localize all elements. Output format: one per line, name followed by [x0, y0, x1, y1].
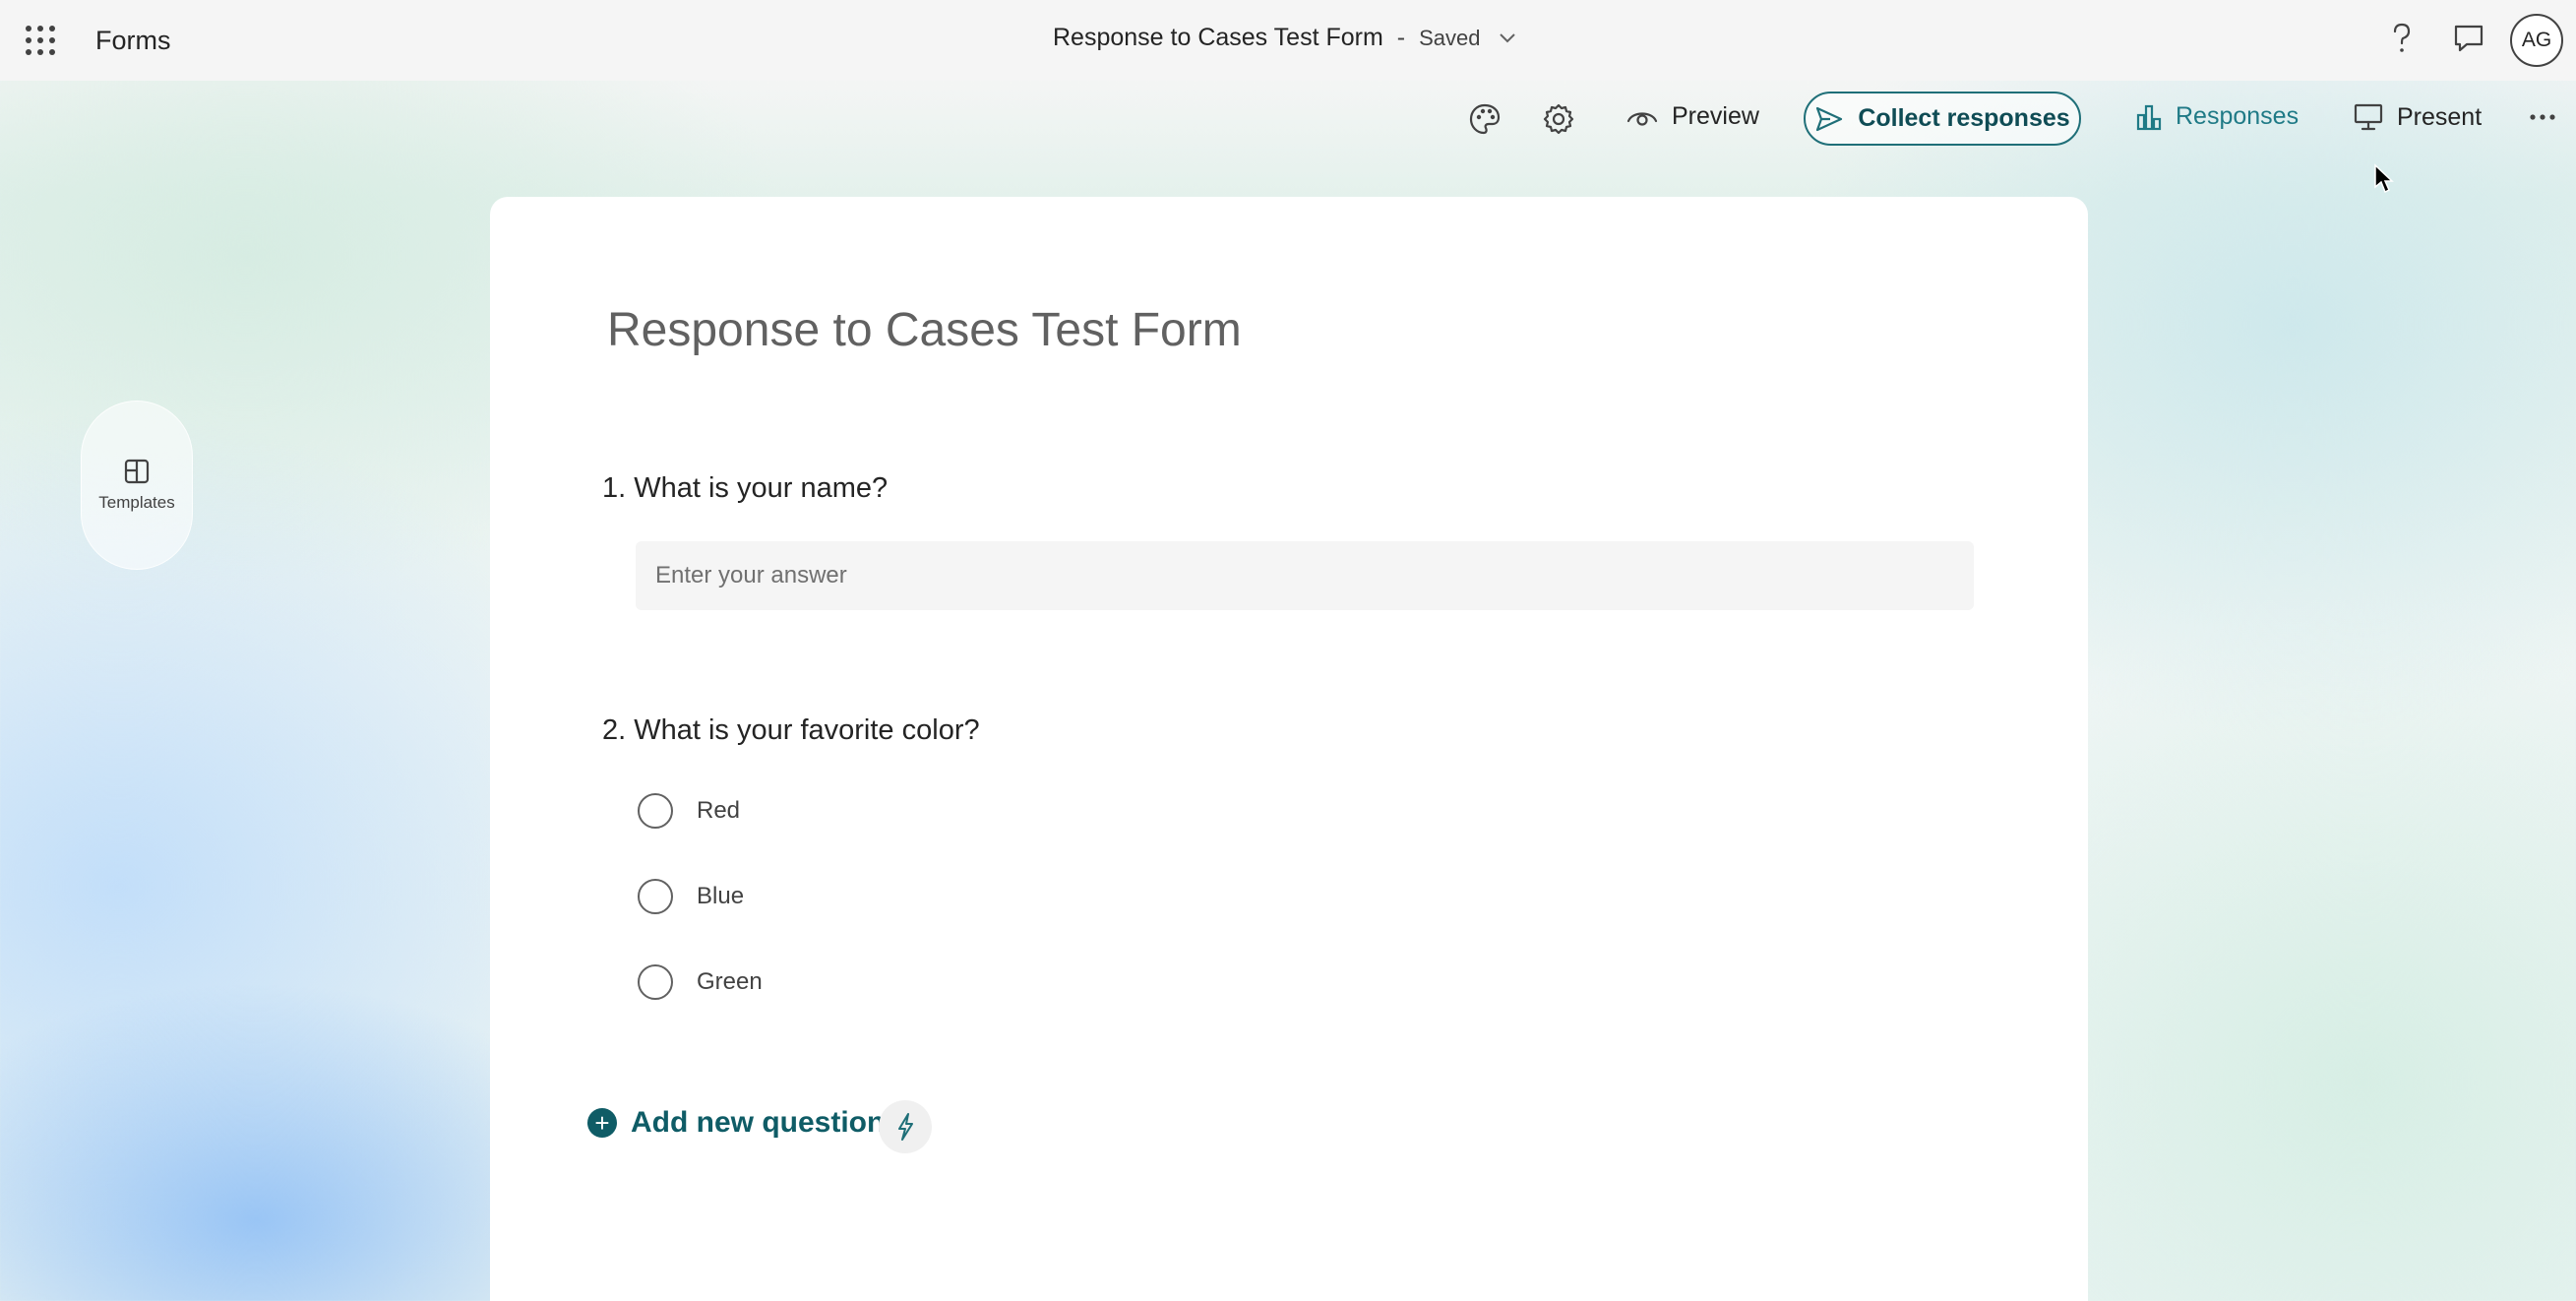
- bar-chart-icon: [2136, 104, 2162, 130]
- eye-icon: [1626, 111, 1658, 126]
- option-red[interactable]: Red: [638, 793, 740, 829]
- more-icon[interactable]: [2529, 113, 2556, 121]
- add-new-question-button[interactable]: + Add new question: [587, 1106, 885, 1140]
- waffle-icon[interactable]: [26, 26, 55, 55]
- collect-responses-button[interactable]: Collect responses: [1804, 92, 2081, 146]
- title-separator: -: [1396, 24, 1406, 51]
- radio-button[interactable]: [638, 793, 673, 829]
- question-text: What is your name?: [634, 472, 889, 504]
- help-icon[interactable]: [2389, 22, 2415, 55]
- layout-icon: [124, 459, 150, 484]
- send-icon: [1816, 106, 1843, 131]
- templates-label: Templates: [98, 493, 175, 512]
- document-title: Response to Cases Test Form: [1053, 24, 1383, 51]
- save-status: Saved: [1419, 25, 1481, 50]
- question-number: 2.: [602, 714, 627, 746]
- present-label: Present: [2397, 102, 2483, 131]
- form-title-menu[interactable]: Response to Cases Test Form - Saved: [1053, 24, 1516, 52]
- option-blue[interactable]: Blue: [638, 879, 744, 914]
- responses-label: Responses: [2176, 102, 2300, 130]
- option-label: Blue: [697, 883, 745, 909]
- answer-input[interactable]: Enter your answer: [636, 541, 1974, 610]
- add-question-label: Add new question: [631, 1106, 886, 1139]
- option-green[interactable]: Green: [638, 964, 763, 1000]
- preview-label: Preview: [1672, 102, 1759, 130]
- radio-button[interactable]: [638, 879, 673, 914]
- question-2-title[interactable]: 2. What is your favorite color?: [602, 714, 980, 747]
- preview-button[interactable]: Preview: [1626, 102, 1759, 131]
- monitor-icon: [2354, 103, 2383, 131]
- responses-button[interactable]: Responses: [2136, 102, 2299, 131]
- option-label: Red: [697, 797, 741, 824]
- plus-circle-icon: +: [587, 1108, 617, 1138]
- form-title[interactable]: Response to Cases Test Form: [607, 303, 1242, 357]
- gear-icon[interactable]: [1542, 102, 1575, 136]
- question-text: What is your favorite color?: [634, 714, 980, 746]
- option-label: Green: [697, 968, 763, 995]
- lightning-icon: [898, 1113, 913, 1141]
- app-name[interactable]: Forms: [95, 26, 171, 56]
- mouse-cursor-icon: [2374, 163, 2394, 194]
- radio-button[interactable]: [638, 964, 673, 1000]
- answer-placeholder: Enter your answer: [655, 562, 847, 589]
- templates-button[interactable]: Templates: [81, 401, 193, 570]
- avatar[interactable]: AG: [2510, 14, 2563, 67]
- feedback-icon[interactable]: [2453, 24, 2484, 53]
- present-button[interactable]: Present: [2354, 102, 2482, 132]
- chevron-down-icon: [1499, 32, 1515, 42]
- top-bar: Forms Response to Cases Test Form - Save…: [0, 0, 2576, 81]
- palette-icon[interactable]: [1468, 102, 1502, 136]
- form-card: Response to Cases Test Form 1. What is y…: [490, 197, 2088, 1301]
- collect-responses-label: Collect responses: [1858, 104, 2070, 132]
- question-number: 1.: [602, 472, 627, 504]
- quick-start-button[interactable]: [879, 1100, 932, 1153]
- question-1-title[interactable]: 1. What is your name?: [602, 472, 888, 505]
